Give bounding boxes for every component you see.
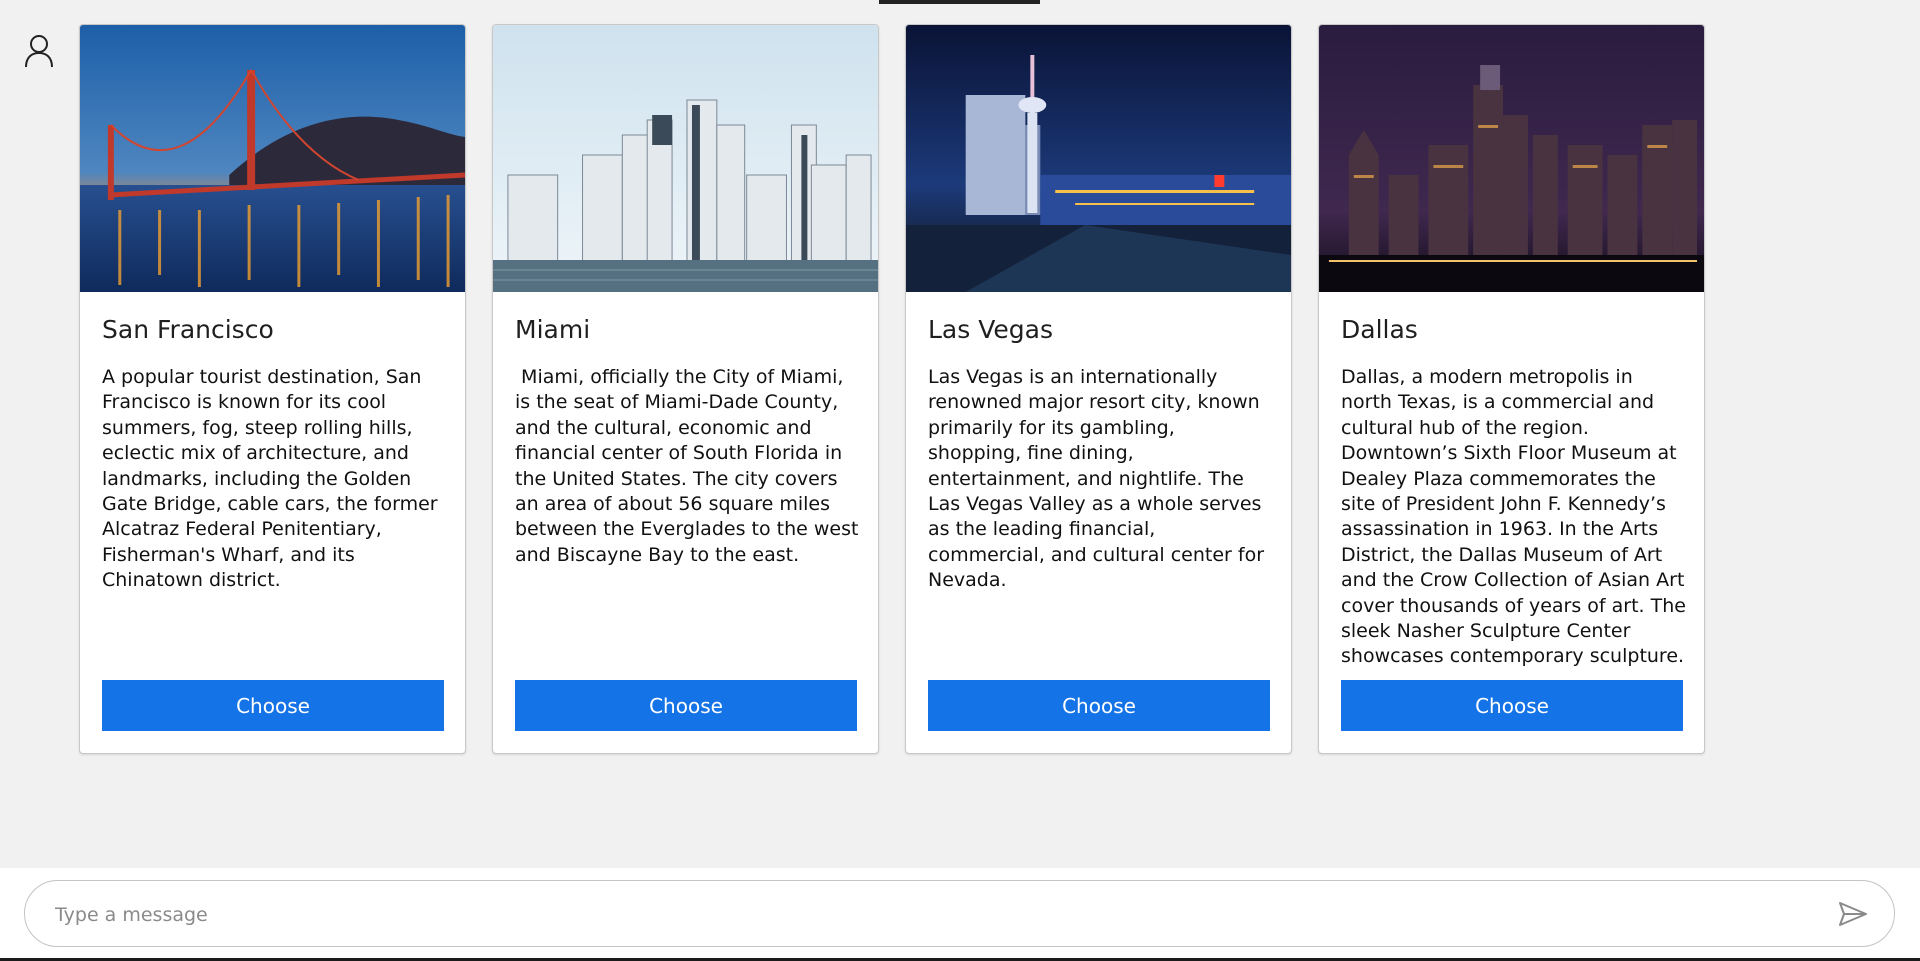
card-image-miami-skyline [493,25,878,292]
choose-button[interactable]: Choose [515,680,857,731]
card-title: Dallas [1341,315,1418,344]
top-indicator [879,0,1040,4]
choose-button[interactable]: Choose [1341,680,1683,731]
send-icon[interactable] [1838,901,1868,927]
city-card: Miami Miami, officially the City of Miam… [492,24,879,754]
card-title: Miami [515,315,591,344]
choose-button[interactable]: Choose [928,680,1270,731]
card-description: Las Vegas is an internationally renowned… [928,366,1271,592]
card-title: Las Vegas [928,315,1053,344]
card-image-dallas-skyline [1319,25,1704,292]
user-icon[interactable] [24,33,54,69]
card-image-las-vegas-strip [906,25,1291,292]
card-description: Dallas, a modern metropolis in north Tex… [1341,366,1692,668]
app-window: San Francisco A popular tourist destinat… [0,0,1920,961]
card-description: Miami, officially the City of Miami, is … [515,366,865,566]
message-composer [24,880,1895,948]
message-input[interactable] [53,881,1817,948]
card-description: A popular tourist destination, San Franc… [102,366,444,592]
city-card: San Francisco A popular tourist destinat… [79,24,466,754]
card-image-golden-gate [80,25,465,292]
choose-button[interactable]: Choose [102,680,444,731]
city-card-list: San Francisco A popular tourist destinat… [79,24,1705,754]
city-card: Las Vegas Las Vegas is an internationall… [905,24,1292,754]
card-title: San Francisco [102,315,274,344]
city-card: Dallas Dallas, a modern metropolis in no… [1318,24,1705,754]
